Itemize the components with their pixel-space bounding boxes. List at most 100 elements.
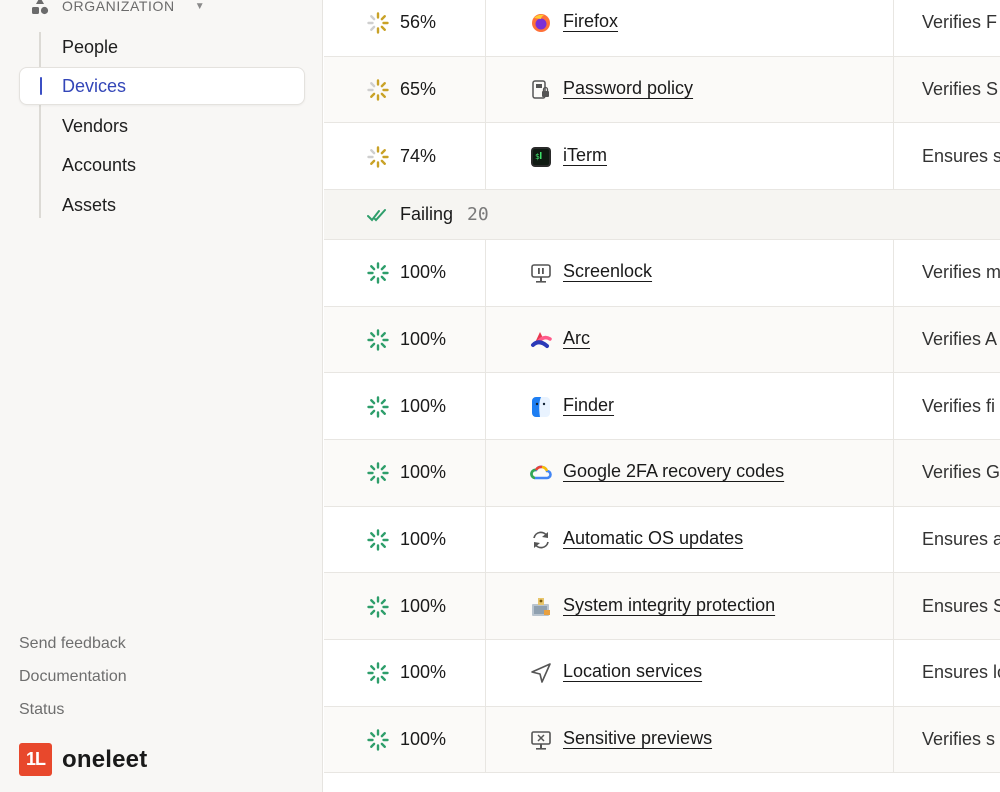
score-cell: 74% [324, 123, 486, 190]
score-percent: 100% [400, 328, 447, 349]
table-row[interactable]: 100% System integrity protection Ensures… [324, 573, 1000, 640]
sidebar-item-devices[interactable]: Devices [19, 67, 305, 105]
score-percent: 100% [400, 595, 447, 616]
sidebar-item-people[interactable]: People [62, 35, 118, 59]
score-percent: 65% [400, 79, 437, 100]
score-cell: 100% [324, 573, 486, 639]
score-cell: 100% [324, 706, 486, 773]
description-cell: Verifies s [894, 707, 1000, 773]
score-cell: 100% [324, 240, 486, 306]
finder-icon [530, 396, 552, 418]
sidebar-item-assets[interactable]: Assets [62, 193, 116, 217]
sidebar-item-label: Devices [62, 76, 127, 96]
organization-icon [32, 0, 49, 15]
check-description: Verifies A [922, 328, 998, 349]
organization-section-header[interactable]: ORGANIZATION ▼ [30, 0, 205, 18]
score-percent: 100% [400, 462, 447, 483]
check-name-link[interactable]: Finder [563, 395, 614, 416]
score-cell: 100% [324, 306, 486, 373]
score-percent: 100% [400, 728, 447, 749]
table-row[interactable]: 100% Location services Ensures lo [324, 639, 1000, 707]
screen-preview-icon [530, 729, 552, 751]
progress-spinner-icon [367, 146, 389, 168]
check-name-link[interactable]: iTerm [563, 145, 607, 166]
check-name-cell: Arc [486, 306, 894, 373]
table-row[interactable]: 100% Sensitive previews Verifies s [324, 706, 1000, 774]
progress-spinner-icon [367, 395, 389, 418]
check-name-link[interactable]: Sensitive previews [563, 728, 712, 749]
progress-spinner-icon [367, 12, 389, 35]
table-row[interactable]: 100% Arc Verifies A [324, 306, 1000, 374]
oneleet-logo-icon: 1L [19, 743, 52, 776]
table-row[interactable]: 65% Password policy Verifies S [324, 56, 1000, 124]
svg-text:$: $ [535, 152, 540, 161]
description-cell: Verifies fi [894, 373, 1000, 439]
score-percent: 100% [400, 528, 447, 549]
score-cell: 100% [324, 439, 486, 506]
description-cell: Ensures lo [894, 640, 1000, 706]
score-cell: 100% [324, 373, 486, 439]
table-row[interactable]: 56% Firefox Verifies F [324, 0, 1000, 57]
double-check-icon [367, 209, 386, 222]
check-name-link[interactable]: System integrity protection [563, 595, 775, 616]
description-cell: Verifies m [894, 240, 1000, 306]
check-name-cell: System integrity protection [486, 573, 894, 639]
brand-name: oneleet [62, 745, 148, 773]
table-row[interactable]: 100% Google 2FA recovery codes Verifies … [324, 439, 1000, 507]
group-count: 20 [467, 204, 489, 225]
brand[interactable]: 1L oneleet [19, 743, 147, 776]
progress-spinner-icon [367, 595, 389, 618]
check-name-link[interactable]: Firefox [563, 11, 618, 32]
table-row[interactable]: 100% Automatic OS updates Ensures a [324, 506, 1000, 574]
description-cell: Verifies S [894, 57, 1000, 123]
progress-spinner-icon [367, 529, 389, 551]
check-name-cell: $ iTerm [486, 123, 894, 190]
caret-down-icon: ▼ [194, 0, 206, 12]
check-name-cell: Automatic OS updates [486, 506, 894, 573]
sidebar: ORGANIZATION ▼ People Devices Vendors Ac… [0, 0, 323, 792]
check-name-cell: Sensitive previews [486, 706, 894, 773]
sidebar-item-vendors[interactable]: Vendors [62, 114, 128, 138]
arc-icon [530, 329, 552, 351]
group-label: Failing [400, 204, 454, 224]
iterm-icon: $ [530, 146, 552, 168]
send-feedback-link[interactable]: Send feedback [19, 635, 126, 653]
firefox-icon [530, 12, 552, 34]
check-name-cell: Password policy [486, 56, 894, 123]
organization-section-title: ORGANIZATION [62, 0, 175, 14]
status-link[interactable]: Status [19, 701, 64, 719]
check-description: Ensures lo [922, 662, 1000, 683]
progress-spinner-icon [367, 462, 389, 484]
score-percent: 56% [400, 12, 437, 33]
check-name-cell: Finder [486, 373, 894, 439]
table-row[interactable]: 74% $ iTerm Ensures s [324, 123, 1000, 191]
table-row[interactable]: 100% Screenlock Verifies m [324, 240, 1000, 307]
check-name-link[interactable]: Google 2FA recovery codes [563, 461, 784, 482]
location-arrow-icon [530, 662, 552, 684]
google-cloud-icon [530, 462, 552, 484]
check-description: Verifies S [922, 79, 999, 100]
documentation-link[interactable]: Documentation [19, 668, 127, 686]
check-name-cell: Screenlock [486, 240, 894, 306]
progress-spinner-icon [367, 729, 389, 751]
check-name-link[interactable]: Arc [563, 328, 590, 349]
check-name-cell: Google 2FA recovery codes [486, 439, 894, 506]
description-cell: Verifies G [894, 440, 1000, 506]
description-cell: Verifies F [894, 0, 1000, 56]
password-policy-icon [530, 79, 552, 101]
check-name-link[interactable]: Password policy [563, 78, 693, 99]
description-cell: Ensures a [894, 507, 1000, 573]
check-name-link[interactable]: Location services [563, 661, 702, 682]
check-name-cell: Firefox [486, 0, 894, 56]
check-description: Ensures a [922, 528, 1000, 549]
check-name-link[interactable]: Screenlock [563, 261, 652, 282]
sidebar-item-accounts[interactable]: Accounts [62, 153, 136, 177]
score-cell: 100% [324, 506, 486, 573]
score-cell: 56% [324, 0, 486, 56]
active-indicator [40, 77, 42, 95]
check-name-cell: Location services [486, 639, 894, 706]
check-name-link[interactable]: Automatic OS updates [563, 528, 743, 549]
group-header-failing[interactable]: Failing 20 [324, 190, 1000, 240]
table-row[interactable]: 100% Finder Verifies fi [324, 373, 1000, 440]
screenlock-icon [530, 262, 552, 284]
